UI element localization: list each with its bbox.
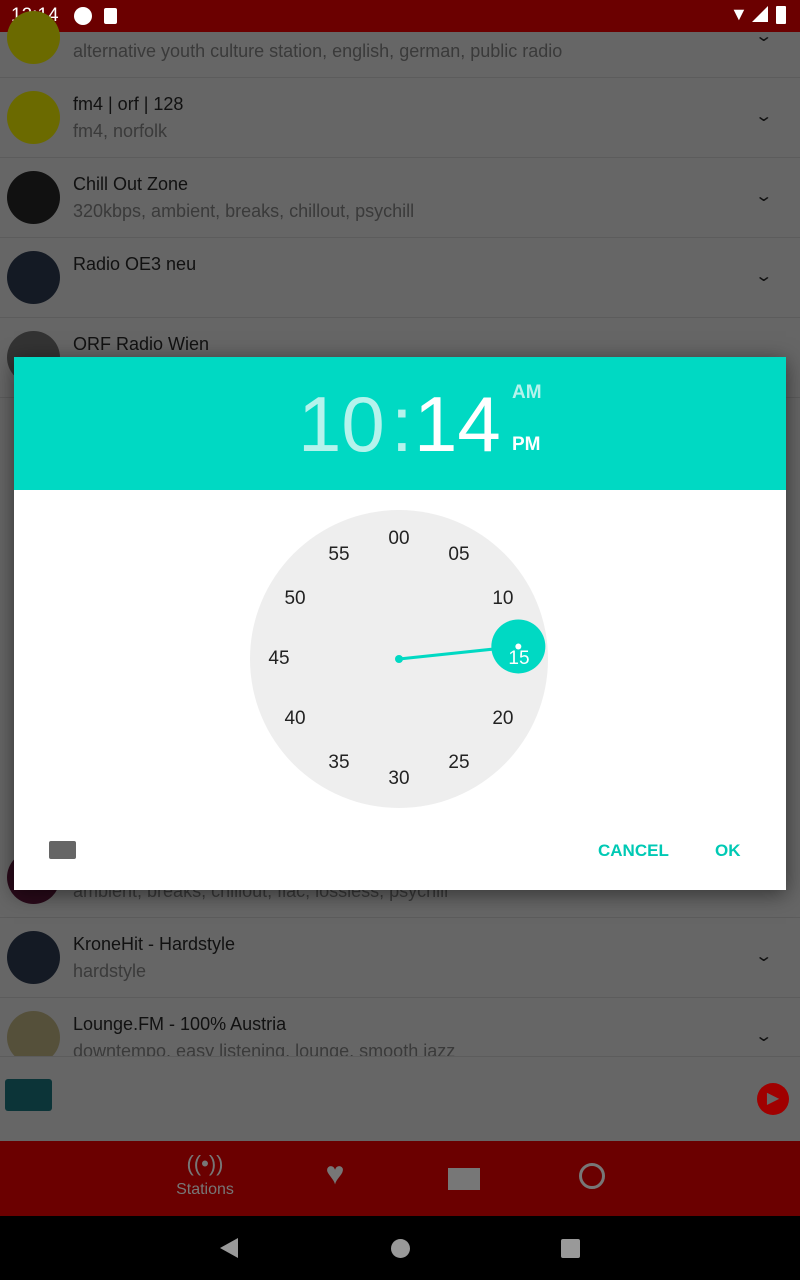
station-logo	[7, 1011, 60, 1056]
nav-favorites[interactable]: ♥	[295, 1141, 375, 1216]
back-button[interactable]	[220, 1238, 238, 1258]
system-nav-bar	[0, 1216, 800, 1280]
chevron-down-icon[interactable]: ⌄	[754, 266, 773, 286]
nav-stations[interactable]: ((•)) Stations	[165, 1141, 245, 1216]
minute-label[interactable]: 40	[275, 709, 315, 729]
station-title: Lounge.FM - 100% Austria	[73, 1014, 287, 1034]
station-title: Chill Out Zone	[73, 174, 189, 194]
station-tags: 320kbps, ambient, breaks, chillout, psyc…	[73, 201, 415, 221]
minute-clock-face[interactable]: 00 05 10 15 20 25 30 35 40 45 50 55	[250, 510, 548, 808]
hour-display[interactable]: 10	[298, 379, 385, 470]
antenna-icon: ((•))	[186, 1151, 224, 1176]
ok-button[interactable]: OK	[715, 841, 741, 861]
nav-videos[interactable]	[424, 1141, 504, 1216]
home-button[interactable]	[391, 1239, 410, 1258]
pm-toggle[interactable]: PM	[512, 434, 541, 456]
minute-display[interactable]: 14	[414, 379, 501, 470]
minute-label[interactable]: 15	[499, 649, 539, 669]
am-toggle[interactable]: AM	[512, 382, 542, 404]
station-row[interactable]: Chill Out Zone 320kbps, ambient, breaks,…	[0, 158, 800, 238]
heart-icon: ♥	[325, 1155, 345, 1191]
minute-label[interactable]: 10	[483, 589, 523, 609]
minute-label[interactable]: 55	[319, 545, 359, 565]
station-tags: alternative youth culture station, engli…	[73, 41, 563, 61]
station-row[interactable]: fm4 | orf | 128 fm4, norfolk ⌄	[0, 78, 800, 158]
minute-label[interactable]: 00	[379, 529, 419, 549]
chevron-down-icon[interactable]: ⌄	[754, 186, 773, 206]
time-picker-dialog: 10 : 14 AM PM 00 05 10 15 20 25 30 35 40 45 50 55 C…	[14, 357, 786, 890]
minute-label[interactable]: 45	[259, 649, 299, 669]
play-button[interactable]: ▶	[757, 1083, 789, 1115]
recents-button[interactable]	[561, 1239, 580, 1258]
minute-label[interactable]: 25	[439, 752, 479, 773]
minute-label[interactable]: 30	[379, 769, 419, 789]
station-logo	[7, 91, 60, 144]
nav-stations-label: Stations	[176, 1181, 234, 1198]
station-logo	[7, 11, 60, 64]
time-picker-header: 10 : 14 AM PM	[14, 357, 786, 490]
radio-logo-icon	[5, 1079, 52, 1111]
chevron-down-icon[interactable]: ⌄	[754, 1026, 773, 1046]
station-tags: hardstyle	[73, 961, 147, 981]
time-separator: :	[391, 380, 413, 468]
station-logo	[7, 931, 60, 984]
station-title: ORF Radio Wien	[73, 334, 210, 354]
station-title: KroneHit - Hardstyle	[73, 934, 236, 954]
video-camera-icon	[448, 1168, 480, 1190]
chevron-down-icon[interactable]: ⌄	[754, 26, 773, 46]
keyboard-icon[interactable]	[49, 841, 76, 859]
minute-label[interactable]: 50	[275, 589, 315, 609]
station-logo	[7, 251, 60, 304]
nav-alarm[interactable]	[552, 1141, 632, 1216]
center-dot	[395, 655, 403, 663]
minute-label[interactable]: 35	[319, 752, 359, 773]
station-row[interactable]: KroneHit - Hardstyle hardstyle ⌄	[0, 918, 800, 998]
bottom-nav: ((•)) Stations ♥	[0, 1141, 800, 1216]
station-row[interactable]: Radio OE3 neu ⌄	[0, 238, 800, 318]
station-logo	[7, 171, 60, 224]
station-title: Radio OE3 neu	[73, 254, 197, 274]
mini-player: ▶	[0, 1057, 800, 1141]
alarm-clock-icon	[579, 1163, 605, 1189]
minute-label[interactable]: 05	[439, 545, 479, 565]
chevron-down-icon[interactable]: ⌄	[754, 946, 773, 966]
station-tags: downtempo, easy listening, lounge, smoot…	[73, 1041, 456, 1057]
station-title: fm4 | orf | 128	[73, 94, 184, 114]
station-row[interactable]: Lounge.FM - 100% Austria downtempo, easy…	[0, 998, 800, 1057]
station-row[interactable]: alternative youth culture station, engli…	[0, 0, 800, 78]
minute-label[interactable]: 20	[483, 709, 523, 729]
chevron-down-icon[interactable]: ⌄	[754, 106, 773, 126]
cancel-button[interactable]: CANCEL	[598, 841, 669, 861]
station-tags: fm4, norfolk	[73, 121, 168, 141]
